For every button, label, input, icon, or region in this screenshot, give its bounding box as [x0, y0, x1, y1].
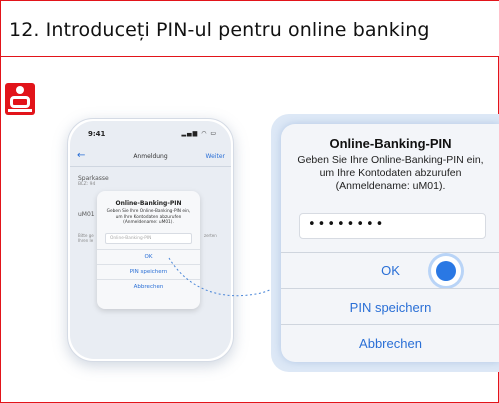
mini-dialog-message: Geben Sie Ihre Online-Banking-PIN ein, u…	[106, 209, 191, 225]
mini-save-pin-button[interactable]: PIN speichern	[97, 264, 200, 279]
next-button[interactable]: Weiter	[206, 153, 225, 160]
dialog-title: Online-Banking-PIN	[329, 136, 452, 151]
zoomed-dialog-panel: Online-Banking-PIN Geben Sie Ihre Online…	[271, 114, 499, 372]
ok-button[interactable]: OK	[281, 253, 499, 288]
phone-nav-bar: ← Anmeldung Weiter	[70, 145, 231, 167]
status-icons: ▂▄▆ ◠ ▭	[181, 130, 217, 137]
bank-name: Sparkasse	[78, 175, 109, 182]
sparkasse-logo-icon	[5, 83, 35, 115]
mini-dialog-title: Online-Banking-PIN	[115, 200, 182, 207]
instruction-card: 12. Introduceți PIN-ul pentru online ban…	[0, 0, 499, 403]
step-title: 12. Introduceți PIN-ul pentru online ban…	[9, 19, 430, 41]
mini-pin-dialog: Online-Banking-PIN Geben Sie Ihre Online…	[97, 191, 200, 309]
mini-ok-button[interactable]: OK	[97, 249, 200, 264]
tap-indicator-icon	[431, 256, 461, 286]
mini-cancel-button[interactable]: Abbrechen	[97, 279, 200, 294]
cancel-button[interactable]: Abbrechen	[281, 336, 499, 351]
bank-blz: BLZ: 94	[78, 182, 96, 187]
phone-mockup: 9:41 ▂▄▆ ◠ ▭ ← Anmeldung Weiter Sparkass…	[67, 118, 234, 362]
login-name: uM01	[78, 211, 95, 218]
pin-input[interactable]: ••••••••	[299, 213, 486, 239]
save-pin-button[interactable]: PIN speichern	[281, 300, 499, 315]
status-time: 9:41	[88, 130, 106, 138]
dialog-message: Geben Sie Ihre Online-Banking-PIN ein, u…	[297, 154, 484, 192]
phone-screen: 9:41 ▂▄▆ ◠ ▭ ← Anmeldung Weiter Sparkass…	[70, 121, 231, 359]
ok-label: OK	[381, 263, 400, 278]
pin-dialog: Online-Banking-PIN Geben Sie Ihre Online…	[281, 124, 499, 362]
mini-pin-input[interactable]: Online-Banking-PIN	[105, 233, 192, 244]
hint-text-right: zerten	[204, 233, 217, 238]
step-header: 12. Introduceți PIN-ul pentru online ban…	[1, 1, 499, 57]
